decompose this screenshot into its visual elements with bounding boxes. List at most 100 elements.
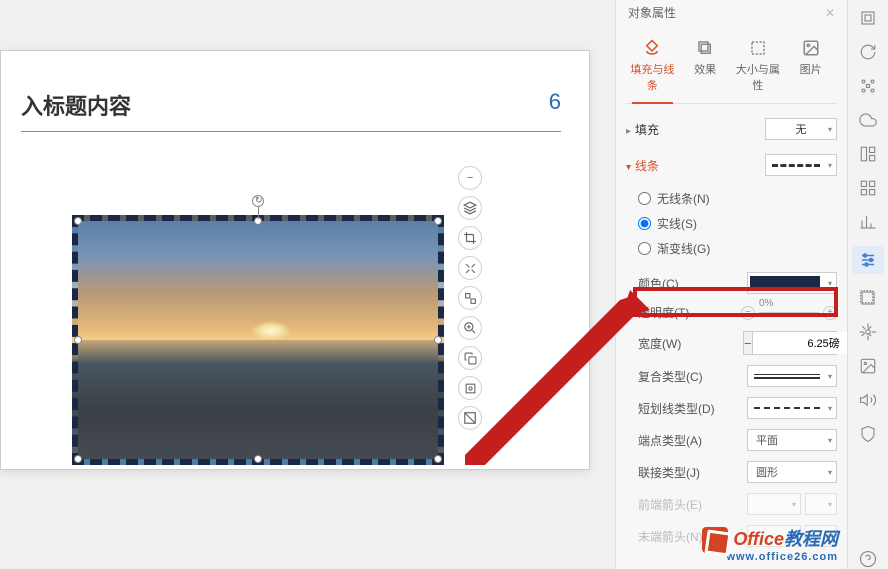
width-decrease[interactable]: − <box>744 332 752 354</box>
fill-section-header[interactable]: ▸填充 无 ▾ <box>626 118 837 140</box>
chart-icon[interactable] <box>858 212 878 232</box>
join-select[interactable]: 圆形 ▾ <box>747 461 837 483</box>
watermark-icon <box>702 527 728 553</box>
resize-handle-mr[interactable] <box>434 336 442 344</box>
properties-panel: 对象属性 ✕ 填充与线条 效果 大小与属性 图片 ▸填充 无 ▾ <box>615 0 847 569</box>
tab-label: 大小与属性 <box>736 64 780 92</box>
color-row: 颜色(C) ▾ <box>626 267 837 299</box>
opacity-slider[interactable]: − 0% + <box>741 306 837 320</box>
opacity-value: 0% <box>759 298 773 309</box>
style-icon[interactable] <box>858 8 878 28</box>
resize-handle-br[interactable] <box>434 455 442 463</box>
copy-icon[interactable] <box>458 346 482 370</box>
cloud-icon[interactable] <box>858 110 878 130</box>
layers-icon[interactable] <box>458 196 482 220</box>
prop-label: 前端箭头(E) <box>638 496 702 513</box>
crop-icon[interactable] <box>458 226 482 250</box>
prop-label: 复合类型(C) <box>638 368 703 385</box>
slide-canvas-area: 入标题内容 6 − <box>0 0 615 569</box>
slider-track[interactable]: 0% <box>759 312 819 314</box>
resize-handle-bm[interactable] <box>254 455 262 463</box>
image-floating-toolbar: − <box>458 166 484 430</box>
radio-input[interactable] <box>638 242 651 255</box>
tab-size-props[interactable]: 大小与属性 <box>732 33 785 103</box>
panel-title: 对象属性 <box>628 4 676 21</box>
shield-icon[interactable] <box>858 424 878 444</box>
minus-icon[interactable]: − <box>458 166 482 190</box>
color-picker[interactable]: ▾ <box>747 272 837 294</box>
refresh-icon[interactable] <box>858 42 878 62</box>
help-icon[interactable] <box>858 549 878 569</box>
fill-section: ▸填充 无 ▾ <box>626 118 837 140</box>
arrow-start-row: 前端箭头(E) ▾ ▾ <box>626 488 837 520</box>
zoom-icon[interactable] <box>458 316 482 340</box>
selected-image[interactable] <box>72 215 444 465</box>
resize-handle-bl[interactable] <box>74 455 82 463</box>
prop-label: 宽度(W) <box>638 335 681 352</box>
arrow-start-size: ▾ <box>805 493 837 515</box>
title-underline <box>21 131 561 132</box>
cap-select[interactable]: 平面 ▾ <box>747 429 837 451</box>
width-stepper[interactable]: − + <box>743 331 837 355</box>
slide-page-number: 6 <box>549 89 561 115</box>
cap-row: 端点类型(A) 平面 ▾ <box>626 424 837 456</box>
radio-input[interactable] <box>638 192 651 205</box>
radio-gradient-line[interactable]: 渐变线(G) <box>638 236 837 261</box>
resize-handle-tr[interactable] <box>434 217 442 225</box>
layout-icon[interactable] <box>858 144 878 164</box>
replace-icon[interactable] <box>458 286 482 310</box>
sound-icon[interactable] <box>858 390 878 410</box>
radio-label: 实线(S) <box>657 215 697 232</box>
increase-icon[interactable]: + <box>823 306 837 320</box>
tab-label: 图片 <box>800 64 822 76</box>
watermark-text1: Office <box>733 529 784 549</box>
line-section-header[interactable]: ▸线条 ▾ <box>626 154 837 176</box>
tab-fill-line[interactable]: 填充与线条 <box>626 33 679 103</box>
dash-row: 短划线类型(D) ▾ <box>626 392 837 424</box>
compound-row: 复合类型(C) ▾ <box>626 360 837 392</box>
radio-label: 渐变线(G) <box>657 240 710 257</box>
dash-select[interactable]: ▾ <box>747 397 837 419</box>
opacity-row: 透明度(T) − 0% + <box>626 299 837 326</box>
expand-icon[interactable] <box>458 256 482 280</box>
decrease-icon[interactable]: − <box>741 306 755 320</box>
prop-label: 短划线类型(D) <box>638 400 715 417</box>
animation-icon[interactable] <box>858 288 878 308</box>
slide: 入标题内容 6 <box>0 50 590 470</box>
prop-label: 端点类型(A) <box>638 432 702 449</box>
tab-picture[interactable]: 图片 <box>784 33 837 103</box>
image-icon[interactable] <box>858 356 878 376</box>
panel-tabs: 填充与线条 效果 大小与属性 图片 <box>626 33 837 104</box>
section-label: 填充 <box>635 123 659 137</box>
grid-icon[interactable] <box>858 178 878 198</box>
tab-effects[interactable]: 效果 <box>679 33 732 103</box>
line-section: ▸线条 ▾ 无线条(N) 实线(S) 渐变线(G) 颜色(C) <box>626 154 837 552</box>
slide-title-placeholder[interactable]: 入标题内容 <box>21 89 131 121</box>
radio-label: 无线条(N) <box>657 190 710 207</box>
radio-solid-line[interactable]: 实线(S) <box>638 211 837 236</box>
gear-icon[interactable] <box>858 322 878 342</box>
radio-input[interactable] <box>638 217 651 230</box>
resize-handle-ml[interactable] <box>74 336 82 344</box>
compound-select[interactable]: ▾ <box>747 365 837 387</box>
right-icon-strip <box>847 0 888 569</box>
rotate-handle[interactable] <box>252 195 264 207</box>
tab-label: 效果 <box>694 64 716 76</box>
select-icon[interactable] <box>858 76 878 96</box>
cap-value: 平面 <box>748 432 836 448</box>
tab-label: 填充与线条 <box>630 64 674 92</box>
fill-type-select[interactable]: 无 ▾ <box>765 118 837 140</box>
settings-icon[interactable] <box>458 376 482 400</box>
section-label: 线条 <box>635 159 659 173</box>
close-icon[interactable]: ✕ <box>825 6 835 20</box>
watermark: Office教程网 www.office26.com <box>702 525 838 563</box>
panel-header: 对象属性 ✕ <box>626 0 837 25</box>
line-style-select[interactable]: ▾ <box>765 154 837 176</box>
line-radio-group: 无线条(N) 实线(S) 渐变线(G) <box>626 186 837 261</box>
resize-handle-tl[interactable] <box>74 217 82 225</box>
contrast-icon[interactable] <box>458 406 482 430</box>
join-value: 圆形 <box>748 464 836 480</box>
join-row: 联接类型(J) 圆形 ▾ <box>626 456 837 488</box>
properties-icon[interactable] <box>852 246 884 274</box>
radio-no-line[interactable]: 无线条(N) <box>638 186 837 211</box>
